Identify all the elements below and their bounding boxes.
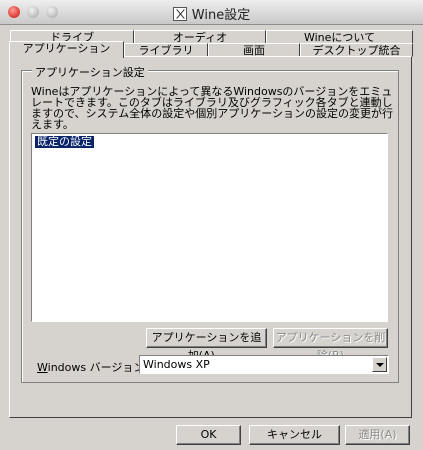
group-title: アプリケーション設定 bbox=[32, 64, 148, 80]
version-label-accel: W bbox=[37, 361, 48, 374]
chevron-down-icon[interactable] bbox=[372, 357, 387, 372]
tab-graphics[interactable]: 画面 bbox=[208, 43, 300, 57]
title-bar: Wine設定 bbox=[0, 0, 423, 25]
tab-applications[interactable]: アプリケーション bbox=[9, 41, 124, 58]
cancel-button[interactable]: キャンセル bbox=[249, 425, 340, 445]
tab-libraries[interactable]: ライブラリ bbox=[124, 43, 208, 57]
apply-button[interactable]: 適用(A) bbox=[345, 425, 410, 445]
ok-button[interactable]: OK bbox=[176, 425, 241, 445]
description-text: Wineはアプリケーションによって異なるWindowsのバージョンをエミュレート… bbox=[31, 85, 394, 131]
wine-config-window: Wine設定 ドライブ オーディオ Wineについて アプリケーション ライブラ… bbox=[0, 0, 423, 450]
windows-version-label: Windows バージョン: bbox=[37, 359, 148, 375]
windows-version-value: Windows XP bbox=[143, 358, 210, 371]
tab-about-wine[interactable]: Wineについて bbox=[266, 30, 413, 44]
application-list[interactable]: 既定の設定 bbox=[31, 133, 388, 322]
window-title: Wine設定 bbox=[191, 8, 251, 23]
tab-audio[interactable]: オーディオ bbox=[134, 30, 266, 44]
windows-version-select[interactable]: Windows XP bbox=[139, 355, 389, 374]
window-title-area: Wine設定 bbox=[0, 4, 423, 23]
tab-desktop-integration[interactable]: デスクトップ統合 bbox=[300, 43, 413, 57]
add-application-button[interactable]: アプリケーションを追加(A)... bbox=[146, 328, 267, 362]
wine-icon bbox=[172, 7, 187, 21]
version-label-text: indows バージョン: bbox=[47, 361, 149, 374]
list-item-default-settings[interactable]: 既定の設定 bbox=[34, 135, 95, 149]
remove-application-button[interactable]: アプリケーションを削除(R) bbox=[273, 328, 388, 362]
